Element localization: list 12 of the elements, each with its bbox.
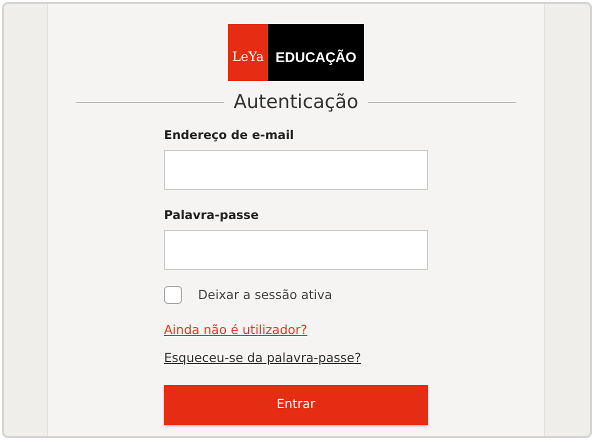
remember-checkbox[interactable] [164, 286, 182, 304]
input-field[interactable] [164, 150, 428, 190]
logo-text: EDUCAÇÃO [268, 24, 364, 81]
register-link[interactable]: Ainda não é utilizador? [164, 320, 308, 340]
login-button[interactable]: Entrar [164, 384, 428, 425]
field-label: Palavra-passe [164, 206, 259, 224]
checkbox-label: Deixar a sessão ativa [198, 286, 332, 304]
input-field[interactable] [164, 230, 428, 270]
forgot-password-link[interactable]: Esqueceu-se da palavra-passe? [164, 348, 362, 368]
logo-mark: LeYa [228, 24, 268, 81]
page-title: Autenticação [234, 91, 358, 114]
field-label: Endereço de e-mail [164, 126, 294, 144]
